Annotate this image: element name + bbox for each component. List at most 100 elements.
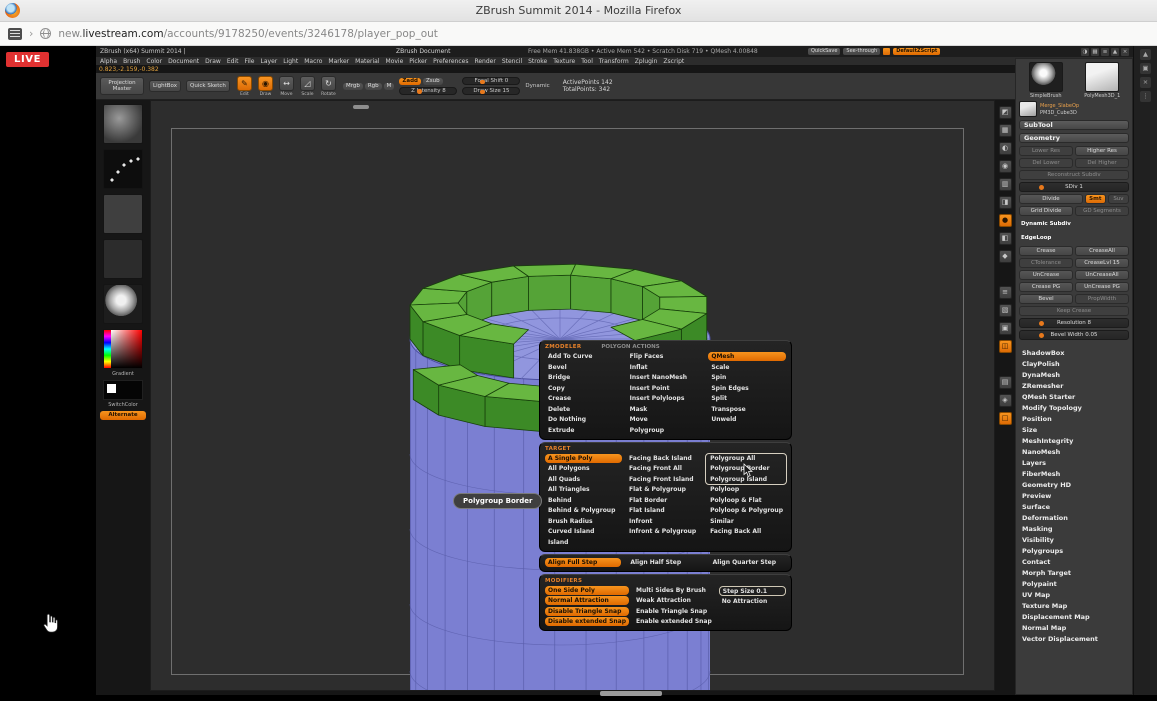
zmodeler-action-item[interactable]: Mask	[627, 405, 705, 414]
url-text[interactable]: new.livestream.com/accounts/9178250/even…	[58, 28, 438, 40]
zmodeler-target-item[interactable]: Similar	[707, 517, 786, 526]
palette-section[interactable]: ClayPolish	[1019, 359, 1129, 370]
zmodeler-target-item[interactable]: Infront	[626, 517, 703, 526]
palette-section[interactable]: FiberMesh	[1019, 469, 1129, 480]
panel-icon[interactable]: ◑	[1081, 48, 1089, 56]
alternate-button[interactable]: Alternate	[100, 411, 146, 420]
zmodeler-action-item[interactable]: Crease	[545, 394, 623, 403]
zmodeler-target-item[interactable]: A Single Poly	[545, 454, 622, 463]
zmodeler-modifier-item[interactable]: Step Size 0.1	[719, 586, 786, 596]
geometry-button[interactable]: Resolution 8	[1019, 318, 1129, 328]
zmodeler-modifier-item[interactable]: Weak Attraction	[633, 596, 715, 605]
current-brush-thumbnail[interactable]	[103, 104, 143, 144]
shelf-icon[interactable]: ◩	[999, 106, 1012, 119]
palette-section[interactable]: Morph Target	[1019, 568, 1129, 579]
shelf-icon[interactable]: ▤	[999, 376, 1012, 389]
shelf-icon[interactable]: ◐	[999, 142, 1012, 155]
zmodeler-action-item[interactable]: Split	[708, 394, 786, 403]
panel-icon[interactable]: ▦	[1091, 48, 1099, 56]
palette-section[interactable]: Displacement Map	[1019, 612, 1129, 623]
menu-item[interactable]: Color	[146, 58, 162, 65]
geometry-button[interactable]: Keep Crease	[1019, 306, 1129, 316]
subtool-section-header[interactable]: SubTool	[1019, 120, 1129, 130]
zmodeler-target-item[interactable]: Behind	[545, 496, 622, 505]
zmodeler-target-item[interactable]: All Quads	[545, 475, 622, 484]
quicksave-button[interactable]: QuickSave	[808, 48, 840, 55]
menu-item[interactable]: File	[244, 58, 254, 65]
sculpt-mode-button[interactable]: Zsub	[423, 78, 443, 85]
panel-icon[interactable]: ×	[1121, 48, 1129, 56]
palette-section[interactable]: Contact	[1019, 557, 1129, 568]
shelf-icon[interactable]: ◧	[999, 232, 1012, 245]
zmodeler-target-item[interactable]: Flat Island	[626, 506, 703, 515]
geometry-button[interactable]: CTolerance	[1019, 258, 1073, 268]
shelf-icon[interactable]: ≡	[999, 286, 1012, 299]
zmodeler-modifier-item[interactable]: Enable Triangle Snap	[633, 607, 715, 616]
zmodeler-target-item[interactable]: Facing Front Island	[626, 475, 703, 484]
menu-item[interactable]: Stencil	[502, 58, 522, 65]
menu-item[interactable]: Edit	[227, 58, 239, 65]
menu-item[interactable]: Marker	[328, 58, 349, 65]
geometry-button[interactable]: Crease	[1019, 246, 1073, 256]
divider-handle[interactable]	[353, 105, 369, 109]
panel-icon[interactable]: ▲	[1111, 48, 1119, 56]
focal-shift-slider[interactable]: Focal Shift 0	[462, 77, 520, 85]
zmodeler-target-item[interactable]: Infront & Polygroup	[626, 527, 703, 536]
geometry-button[interactable]: CreaseLvl 15	[1075, 258, 1129, 268]
menu-item[interactable]: Brush	[123, 58, 140, 65]
geometry-section-header[interactable]: Geometry	[1019, 133, 1129, 143]
palette-section[interactable]: Preview	[1019, 491, 1129, 502]
geometry-button[interactable]: GD Segments	[1075, 206, 1129, 216]
palette-section[interactable]: Size	[1019, 425, 1129, 436]
geometry-button[interactable]: Bevel	[1019, 294, 1073, 304]
palette-section[interactable]: UV Map	[1019, 590, 1129, 601]
zmodeler-action-item[interactable]: Insert Point	[627, 384, 705, 393]
paint-mode-button[interactable]: Mrgb	[343, 83, 363, 90]
zmodeler-action-item[interactable]: Add To Curve	[545, 352, 623, 361]
palette-section[interactable]: NanoMesh	[1019, 447, 1129, 458]
zmodeler-target-item[interactable]: Polyloop	[707, 485, 786, 494]
palette-section[interactable]: QMesh Starter	[1019, 392, 1129, 403]
zmodeler-target-item[interactable]: Facing Front All	[626, 464, 703, 473]
geometry-button[interactable]: Bevel Width 0.05	[1019, 330, 1129, 340]
shelf-icon[interactable]: ▣	[999, 322, 1012, 335]
canvas-scrollbar[interactable]	[600, 691, 662, 696]
menu-item[interactable]: Draw	[205, 58, 221, 65]
geometry-button[interactable]: Lower Res	[1019, 146, 1073, 156]
zmodeler-action-item[interactable]: Polygroup	[627, 426, 705, 435]
zmodeler-action-item[interactable]: Insert Polyloops	[627, 394, 705, 403]
zmodeler-modifier-item[interactable]: One Side Poly	[545, 586, 629, 595]
edge-icon[interactable]: ⋮	[1140, 91, 1151, 102]
geometry-button[interactable]: EdgeLoop	[1019, 234, 1129, 244]
panel-icon[interactable]: ≡	[1101, 48, 1109, 56]
palette-section[interactable]: MeshIntegrity	[1019, 436, 1129, 447]
menu-item[interactable]: Render	[474, 58, 495, 65]
zmodeler-target-item[interactable]: Behind & Polygroup	[545, 506, 622, 515]
pages-icon[interactable]	[8, 28, 22, 40]
shelf-icon[interactable]: ●	[999, 214, 1012, 227]
palette-section[interactable]: Deformation	[1019, 513, 1129, 524]
menu-item[interactable]: Material	[355, 58, 379, 65]
zmodeler-target-item[interactable]: All Polygons	[545, 464, 622, 473]
palette-section[interactable]: Visibility	[1019, 535, 1129, 546]
menu-item[interactable]: Transform	[599, 58, 629, 65]
zmodeler-action-item[interactable]: Bridge	[545, 373, 623, 382]
geometry-button[interactable]: Dynamic Subdiv	[1019, 220, 1129, 230]
geometry-button[interactable]: UnCrease PG	[1075, 282, 1129, 292]
zmodeler-modifier-item[interactable]: Multi Sides By Brush	[633, 586, 715, 595]
palette-section[interactable]: Geometry HD	[1019, 480, 1129, 491]
menu-item[interactable]: Picker	[409, 58, 427, 65]
palette-section[interactable]: Texture Map	[1019, 601, 1129, 612]
menu-item[interactable]: Stroke	[528, 58, 547, 65]
mode-button[interactable]: ↻ Rotate	[319, 76, 338, 97]
zmodeler-action-item[interactable]: Transpose	[708, 405, 786, 414]
palette-section[interactable]: ZRemesher	[1019, 381, 1129, 392]
menu-item[interactable]: Preferences	[433, 58, 468, 65]
current-tool-thumbnail[interactable]	[1029, 62, 1063, 92]
seethrough-slider[interactable]: See-through	[843, 48, 880, 55]
color-picker[interactable]	[103, 329, 143, 369]
alpha-thumbnail[interactable]	[103, 194, 143, 234]
shelf-icon[interactable]: ▦	[999, 124, 1012, 137]
recent-tool-thumbnail[interactable]	[1085, 62, 1119, 92]
geometry-button[interactable]: Crease PG	[1019, 282, 1073, 292]
